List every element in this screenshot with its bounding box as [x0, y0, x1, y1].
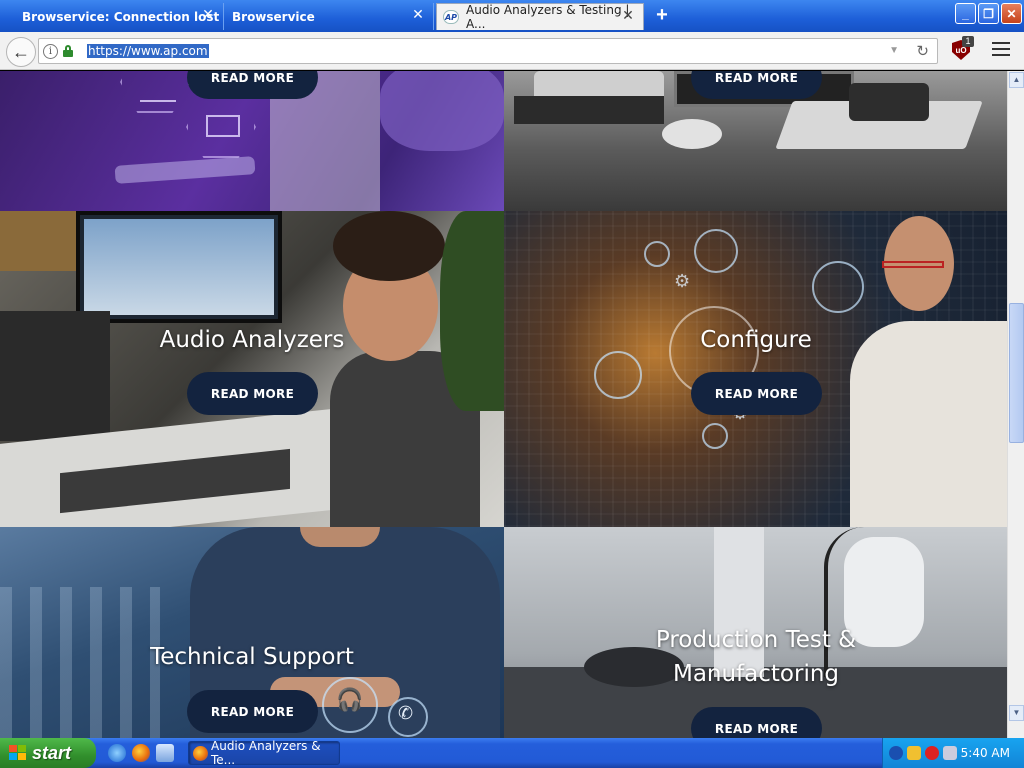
tab-title: Browservice	[232, 9, 315, 24]
task-label: Audio Analyzers & Te...	[211, 739, 321, 767]
maximize-icon: ❐	[983, 6, 994, 21]
url-text[interactable]: https://www.ap.com	[87, 44, 209, 58]
gear-icon: ⚙	[674, 271, 691, 291]
network-icon[interactable]	[943, 746, 957, 760]
ublock-count-badge: 1	[962, 36, 974, 47]
dropdown-arrow-icon[interactable]: ▼	[889, 45, 899, 56]
rack-unit	[514, 96, 664, 124]
camera-shape	[849, 83, 929, 121]
back-button[interactable]: ←	[6, 37, 36, 67]
envelope-icon	[206, 115, 240, 137]
windows-logo-icon	[9, 745, 27, 761]
tab-browservice-connection-lost[interactable]: Browservice: Connection lost ✕	[0, 3, 224, 30]
tablet-shape	[114, 156, 256, 184]
circle-icon	[702, 423, 728, 449]
ap-favicon-icon: AP	[443, 10, 459, 24]
phone-icon: ✆	[398, 703, 414, 723]
tile-hardware: READ MORE	[504, 71, 1007, 211]
tab-browservice[interactable]: Browservice ✕	[226, 3, 434, 30]
read-more-button[interactable]: READ MORE	[691, 71, 822, 99]
reload-icon[interactable]: ↻	[916, 42, 929, 60]
monitor-circle-icon	[594, 351, 642, 399]
tile-production: Production Test & Manufactoring READ MOR…	[504, 527, 1007, 738]
person-neck	[300, 527, 380, 547]
glasses-shape	[882, 261, 944, 268]
person-hair	[333, 211, 445, 281]
shelf-shape	[0, 211, 80, 271]
tile-title-line-2[interactable]: Manufactoring	[504, 657, 1007, 691]
tab-title: Audio Analyzers & Testing | A...	[466, 3, 630, 31]
hand-shape	[380, 71, 504, 151]
minimize-button[interactable]: _	[955, 3, 976, 24]
tile-title[interactable]: Technical Support	[0, 640, 504, 674]
firefox-icon[interactable]	[132, 744, 150, 762]
circle-icon	[694, 229, 738, 273]
scroll-up-arrow-icon[interactable]: ▲	[1009, 72, 1024, 88]
start-label: start	[32, 742, 72, 763]
show-desktop-icon[interactable]	[156, 744, 174, 762]
firefox-icon	[193, 746, 208, 761]
bar-chart-icon	[140, 76, 176, 102]
monitor-shape	[76, 211, 282, 323]
gear-circle-icon	[644, 241, 670, 267]
start-button[interactable]: start	[0, 738, 96, 768]
new-tab-button[interactable]: +	[652, 5, 672, 26]
circle-icon	[812, 261, 864, 313]
monitor-screen	[84, 219, 274, 315]
close-window-button[interactable]: ✕	[1001, 3, 1022, 24]
navigation-bar: ← i https://www.ap.com ▼ ↻ uO 1	[0, 32, 1024, 70]
tile-configure: ⚙ ⚙ Configure READ MORE	[504, 211, 1007, 527]
tile-purple: READ MORE	[0, 71, 504, 211]
hamburger-menu-button[interactable]	[992, 42, 1010, 58]
arrow-left-icon: ←	[12, 41, 30, 62]
scroll-thumb[interactable]	[1009, 303, 1024, 443]
tile-audio-analyzers: Audio Analyzers READ MORE	[0, 211, 504, 527]
close-icon: ✕	[1006, 6, 1017, 21]
tab-strip: Browservice: Connection lost ✕ Browservi…	[0, 0, 1024, 32]
language-icon[interactable]	[889, 746, 903, 760]
tile-title[interactable]: Audio Analyzers	[0, 323, 504, 357]
read-more-button[interactable]: READ MORE	[691, 707, 822, 738]
tab-title: Browservice: Connection lost	[22, 9, 220, 24]
tab-close-icon[interactable]: ✕	[201, 8, 215, 22]
tab-close-icon[interactable]: ✕	[621, 9, 635, 23]
page-viewport: READ MORE READ MORE Audio Analyzers READ…	[0, 71, 1007, 738]
clock[interactable]: 5:40 AM	[961, 746, 1010, 760]
read-more-button[interactable]: READ MORE	[187, 372, 318, 415]
vertical-scrollbar[interactable]: ▲ ▼	[1007, 71, 1024, 738]
scroll-down-arrow-icon[interactable]: ▼	[1009, 705, 1024, 721]
read-more-button[interactable]: READ MORE	[187, 71, 318, 99]
mouse-shape	[662, 119, 722, 149]
taskbar-firefox-window[interactable]: Audio Analyzers & Te...	[188, 739, 340, 767]
read-more-button[interactable]: READ MORE	[691, 372, 822, 415]
headset-icon: 🎧	[336, 687, 364, 712]
tile-title[interactable]: Configure	[504, 323, 1007, 357]
tab-close-icon[interactable]: ✕	[411, 8, 425, 22]
url-bar[interactable]: i https://www.ap.com ▼ ↻	[38, 38, 938, 64]
windows-taskbar: start Audio Analyzers & Te... 5:40 AM	[0, 738, 1024, 768]
system-tray: 5:40 AM	[882, 738, 1024, 768]
security-shield-icon[interactable]	[907, 746, 921, 760]
info-icon[interactable]: i	[43, 44, 58, 59]
tile-title-line-1[interactable]: Production Test &	[504, 623, 1007, 657]
tab-audio-analyzers[interactable]: AP Audio Analyzers & Testing | A... ✕	[436, 3, 644, 31]
internet-explorer-icon[interactable]	[108, 744, 126, 762]
tile-technical-support: 🎧 ✆ Technical Support READ MORE	[0, 527, 504, 738]
read-more-button[interactable]: READ MORE	[187, 690, 318, 733]
alert-shield-icon[interactable]	[925, 746, 939, 760]
maximize-button[interactable]: ❐	[978, 3, 999, 24]
plant-shape	[440, 211, 504, 411]
minimize-icon: _	[962, 6, 969, 21]
lock-icon[interactable]	[63, 45, 73, 57]
